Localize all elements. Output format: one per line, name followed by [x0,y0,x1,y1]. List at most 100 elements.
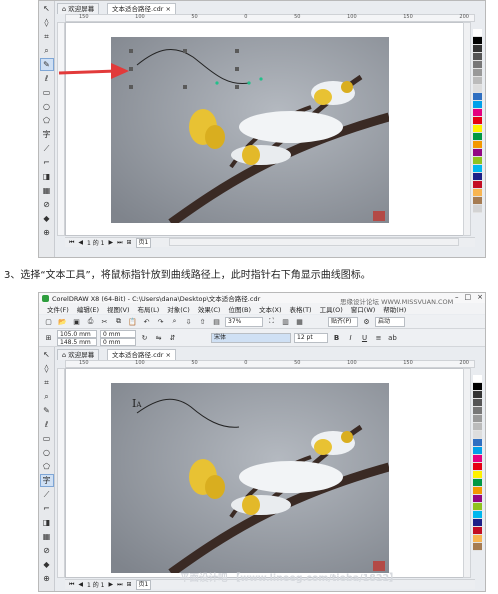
swatch[interactable] [473,85,482,93]
transparency-tool-icon[interactable]: ▦ [40,530,54,543]
text-tool-icon[interactable]: 字 [39,474,54,487]
text-align-icon[interactable]: ≡ [373,332,384,343]
swatch[interactable] [473,399,482,407]
shape-tool-icon[interactable]: ◊ [40,16,54,29]
swatch[interactable] [473,133,482,141]
menu-object[interactable]: 对象(C) [167,304,190,314]
swatch[interactable] [473,165,482,173]
swatch[interactable] [473,117,482,125]
swatch[interactable] [473,447,482,455]
last-page-icon[interactable]: ⏭ [117,581,122,589]
tab-document[interactable]: 文本适合路径.cdr × [107,3,176,14]
add-tool-icon[interactable]: ⊕ [40,572,54,585]
artistic-media-icon[interactable]: ℓ [40,72,54,85]
swatch[interactable] [473,519,482,527]
minimize-icon[interactable]: – [455,293,459,303]
ellipse-tool-icon[interactable]: ○ [40,100,54,113]
menu-edit[interactable]: 编辑(E) [77,304,99,314]
first-page-icon[interactable]: ⏮ [69,239,74,247]
interactive-fill-icon[interactable]: ◆ [40,558,54,571]
parallel-dimension-icon[interactable]: ⟋ [40,488,54,501]
vertical-ruler[interactable] [57,368,65,578]
vertical-scrollbar[interactable] [463,22,471,236]
text-properties-icon[interactable]: ab [387,332,398,343]
menu-view[interactable]: 视图(V) [107,304,130,314]
crop-tool-icon[interactable]: ⌗ [40,376,54,389]
polygon-tool-icon[interactable]: ⬠ [40,114,54,127]
swatch[interactable] [473,173,482,181]
curve-path[interactable] [131,397,241,437]
swatch[interactable] [473,197,482,205]
shape-tool-icon[interactable]: ◊ [40,362,54,375]
save-icon[interactable]: ▣ [71,316,82,327]
cut-icon[interactable]: ✂ [99,316,110,327]
width-field[interactable]: 0 mm [100,329,136,338]
swatch[interactable] [473,109,482,117]
swatch[interactable] [473,543,482,551]
ellipse-tool-icon[interactable]: ○ [40,446,54,459]
swatch[interactable] [473,527,482,535]
menu-layout[interactable]: 布局(L) [138,304,160,314]
paste-icon[interactable]: 📋 [127,316,138,327]
rectangle-tool-icon[interactable]: ▭ [40,86,54,99]
prev-page-icon[interactable]: ◀ [78,239,83,246]
close-window-icon[interactable]: × [477,293,483,303]
vertical-scrollbar[interactable] [463,368,471,578]
swatch[interactable] [473,511,482,519]
add-tool-icon[interactable]: ⊕ [40,226,54,239]
open-icon[interactable]: 📂 [57,316,68,327]
tab-welcome[interactable]: ⌂ 欢迎屏幕 [57,3,100,14]
freehand-tool-icon[interactable]: ✎ [39,58,54,71]
swatch[interactable] [473,487,482,495]
connector-tool-icon[interactable]: ⌐ [40,502,54,515]
rotate-icon[interactable]: ↻ [139,332,150,343]
close-icon[interactable]: × [166,5,171,13]
last-page-icon[interactable]: ⏭ [117,239,122,247]
swatch[interactable] [473,181,482,189]
publish-pdf-icon[interactable]: ▤ [211,316,222,327]
zoom-tool-icon[interactable]: ⌕ [40,44,54,57]
menu-file[interactable]: 文件(F) [47,304,69,314]
swatch[interactable] [473,463,482,471]
underline-button[interactable]: U [359,332,370,343]
menu-effects[interactable]: 效果(C) [198,304,221,314]
swatch[interactable] [473,439,482,447]
page-tab[interactable]: 页1 [135,237,152,248]
import-icon[interactable]: ⇩ [183,316,194,327]
swatch[interactable] [473,69,482,77]
swatch[interactable] [473,455,482,463]
bold-button[interactable]: B [331,332,342,343]
swatch[interactable] [473,471,482,479]
rectangle-tool-icon[interactable]: ▭ [40,432,54,445]
italic-button[interactable]: I [345,332,356,343]
swatch[interactable] [473,189,482,197]
height-field[interactable]: 0 mm [100,337,136,346]
connector-tool-icon[interactable]: ⌐ [40,156,54,169]
swatch[interactable] [473,535,482,543]
mirror-h-icon[interactable]: ⇋ [153,332,164,343]
menu-text[interactable]: 文本(X) [259,304,282,314]
menu-bitmaps[interactable]: 位图(B) [228,304,251,314]
swatch[interactable] [473,125,482,133]
swatch[interactable] [473,93,482,101]
export-icon[interactable]: ⇧ [197,316,208,327]
tab-document[interactable]: 文本适合路径.cdr × [107,349,176,360]
swatch[interactable] [473,503,482,511]
swatch[interactable] [473,407,482,415]
redo-icon[interactable]: ↷ [155,316,166,327]
full-screen-icon[interactable]: ⛶ [266,316,277,327]
grid-icon[interactable]: ▦ [294,316,305,327]
crop-tool-icon[interactable]: ⌗ [40,30,54,43]
tab-welcome[interactable]: ⌂ 欢迎屏幕 [57,349,100,360]
color-palette[interactable] [473,375,482,551]
swatch[interactable] [473,479,482,487]
swatch[interactable] [473,431,482,439]
artistic-media-icon[interactable]: ℓ [40,418,54,431]
eyedropper-icon[interactable]: ⊘ [40,544,54,557]
swatch[interactable] [473,149,482,157]
rulers-icon[interactable]: ▥ [280,316,291,327]
swatch[interactable] [473,391,482,399]
drop-shadow-icon[interactable]: ◨ [40,516,54,529]
swatch[interactable] [473,77,482,85]
mirror-v-icon[interactable]: ⇵ [167,332,178,343]
